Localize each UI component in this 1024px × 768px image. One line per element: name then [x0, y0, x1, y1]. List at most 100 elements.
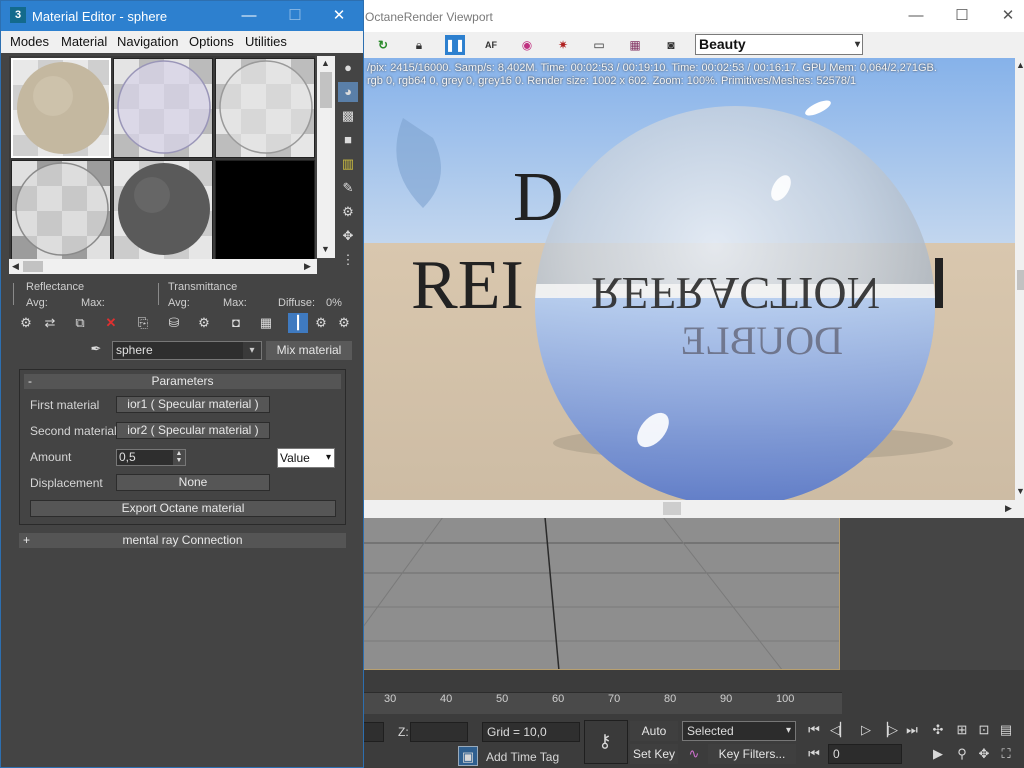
play-icon[interactable]: ▷ [856, 720, 876, 740]
curve-editor-icon[interactable]: ∿ [684, 744, 704, 764]
parameters-rollout-header[interactable]: - Parameters [24, 374, 341, 389]
show-end-result-icon[interactable]: ▦ [256, 313, 276, 333]
sample-type-icon[interactable]: ● [338, 58, 358, 78]
horizontal-scrollbar[interactable]: ▶ [363, 500, 1024, 518]
color-picker-icon[interactable]: ◉ [517, 35, 537, 55]
sample-slot-1[interactable] [11, 58, 111, 158]
minimize-icon[interactable]: — [893, 4, 939, 28]
material-editor-title-bar[interactable]: 3 Material Editor - sphere — ☐ ✕ [1, 1, 363, 31]
pan-icon[interactable]: ▶ [928, 744, 948, 764]
maximize-icon[interactable]: ☐ [939, 4, 985, 28]
auto-key-button[interactable]: Auto Key [630, 721, 678, 758]
material-picker-icon[interactable]: ✷ [553, 35, 573, 55]
scrollbar-thumb[interactable] [320, 72, 332, 108]
scrollbar-thumb[interactable] [1017, 270, 1024, 290]
make-unique-icon[interactable]: ⎘ [133, 313, 153, 333]
z-coord-field[interactable] [410, 722, 468, 742]
close-icon[interactable]: ✕ [317, 4, 361, 28]
set-key-mode-button[interactable]: ⚷ [584, 720, 628, 764]
backlight-icon[interactable]: ◕ [338, 82, 358, 102]
sample-slots-vertical-scrollbar[interactable]: ▲ ▼ [317, 56, 335, 258]
scroll-up-icon[interactable]: ▲ [321, 58, 330, 68]
background-checker-icon[interactable]: ▩ [338, 106, 358, 126]
select-by-material-icon[interactable]: ✥ [338, 226, 358, 246]
sample-slots-horizontal-scrollbar[interactable]: ◀ ▶ [9, 259, 317, 274]
sample-uv-tiling-icon[interactable]: ■ [338, 130, 358, 150]
key-mode-icon[interactable]: ⏮ [804, 744, 824, 764]
second-material-button[interactable]: ior2 ( Specular material ) [116, 422, 270, 439]
sample-slot-4[interactable] [11, 160, 111, 260]
vertical-scrollbar[interactable]: ▲ ▼ [1015, 58, 1024, 500]
next-frame-icon[interactable]: ▕▷ [878, 720, 898, 740]
put-to-scene-icon[interactable]: ⇄ [40, 313, 60, 333]
minimize-icon[interactable]: — [227, 4, 271, 28]
menu-utilities[interactable]: Utilities [245, 34, 287, 49]
scroll-right-icon[interactable]: ▶ [1005, 503, 1012, 514]
get-material-icon[interactable]: ⚙ [16, 313, 36, 333]
maximize-viewport-icon[interactable]: ⛶ [996, 744, 1016, 764]
eyedropper-icon[interactable]: ✒ [87, 341, 105, 359]
scroll-down-icon[interactable]: ▼ [1016, 486, 1024, 496]
scroll-left-icon[interactable]: ◀ [12, 261, 19, 272]
zoom-extents-icon[interactable]: ⊞ [952, 720, 972, 740]
set-key-button[interactable]: Set Key [630, 744, 678, 764]
region-render-icon[interactable]: ▭ [589, 35, 609, 55]
current-frame-field[interactable]: 0 [828, 744, 902, 764]
video-color-check-icon[interactable]: ▥ [338, 154, 358, 174]
first-material-button[interactable]: ior1 ( Specular material ) [116, 396, 270, 413]
menu-material[interactable]: Material [61, 34, 107, 49]
spinner-arrows-icon[interactable]: ▲ ▼ [173, 450, 185, 465]
af-focus-icon[interactable]: AF [481, 35, 501, 55]
amount-mode-select[interactable]: Value ▾ [277, 448, 335, 468]
previous-frame-icon[interactable]: ◁▏ [830, 720, 850, 740]
walk-icon[interactable]: ⚲ [952, 744, 972, 764]
arc-rotate-icon[interactable]: ✥ [974, 744, 994, 764]
go-to-start-icon[interactable]: ⏮ [804, 720, 824, 740]
go-forward-sibling-icon[interactable]: ⚙ [311, 313, 331, 333]
scroll-down-icon[interactable]: ▼ [321, 244, 330, 254]
x-coord-field[interactable] [362, 722, 384, 742]
scrollbar-thumb[interactable] [663, 502, 681, 515]
pick-material-icon[interactable]: ⚙ [334, 313, 354, 333]
pause-icon[interactable]: ❚❚ [445, 35, 465, 55]
close-icon[interactable]: ✕ [985, 4, 1024, 28]
show-shaded-icon[interactable]: ◘ [226, 313, 246, 333]
restart-render-icon[interactable]: ↻ [373, 35, 393, 55]
menu-options[interactable]: Options [189, 34, 234, 49]
sample-slot-6[interactable] [215, 160, 315, 260]
displacement-button[interactable]: None [116, 474, 270, 491]
sample-slot-5[interactable] [113, 160, 213, 260]
assign-to-selection-icon[interactable]: ⧉ [70, 313, 90, 333]
field-of-view-icon[interactable]: ▤ [996, 720, 1016, 740]
camera-icon[interactable]: ◙ [661, 35, 681, 55]
lock-icon[interactable]: 🔒︎ [409, 35, 429, 55]
octane-title-bar[interactable]: OctaneRender Viewport — ☐ ✕ [363, 0, 1024, 32]
time-ruler[interactable]: 30 40 50 60 70 80 90 100 [362, 692, 842, 714]
material-name-field[interactable]: sphere ▾ [112, 341, 262, 360]
sample-slot-2[interactable] [113, 58, 213, 158]
maximize-icon[interactable]: ☐ [273, 4, 317, 28]
material-id-icon[interactable]: ⚙ [194, 313, 214, 333]
put-to-library-icon[interactable]: ⛁ [164, 313, 184, 333]
scroll-right-icon[interactable]: ▶ [304, 261, 311, 272]
time-tag-icon[interactable]: ▣ [458, 746, 478, 766]
go-to-end-icon[interactable]: ⏭ [902, 720, 922, 740]
menu-navigation[interactable]: Navigation [117, 34, 178, 49]
render-pass-select[interactable]: Beauty ▾ [695, 34, 863, 55]
material-map-navigator-icon[interactable]: ⋮ [338, 250, 358, 270]
key-set-select[interactable]: Selected ▾ [682, 721, 796, 741]
key-filters-button[interactable]: Key Filters... [708, 744, 796, 764]
options-icon[interactable]: ⚙ [338, 202, 358, 222]
menu-modes[interactable]: Modes [10, 34, 49, 49]
reset-map-icon[interactable]: ✕ [101, 313, 121, 333]
amount-spinner[interactable]: 0,5 ▲ ▼ [116, 449, 186, 466]
scroll-up-icon[interactable]: ▲ [1016, 60, 1024, 70]
orbit-icon[interactable]: ✣ [928, 720, 948, 740]
render-image[interactable]: D REI REFRACTION DOUBLE /pix: 2415/16000… [363, 58, 1015, 500]
add-time-tag-label[interactable]: Add Time Tag [486, 750, 559, 764]
make-preview-icon[interactable]: ✎ [338, 178, 358, 198]
scrollbar-thumb[interactable] [23, 261, 43, 272]
material-type-button[interactable]: Mix material [266, 341, 352, 360]
perspective-viewport[interactable] [362, 516, 840, 670]
save-render-icon[interactable]: ▦ [625, 35, 645, 55]
